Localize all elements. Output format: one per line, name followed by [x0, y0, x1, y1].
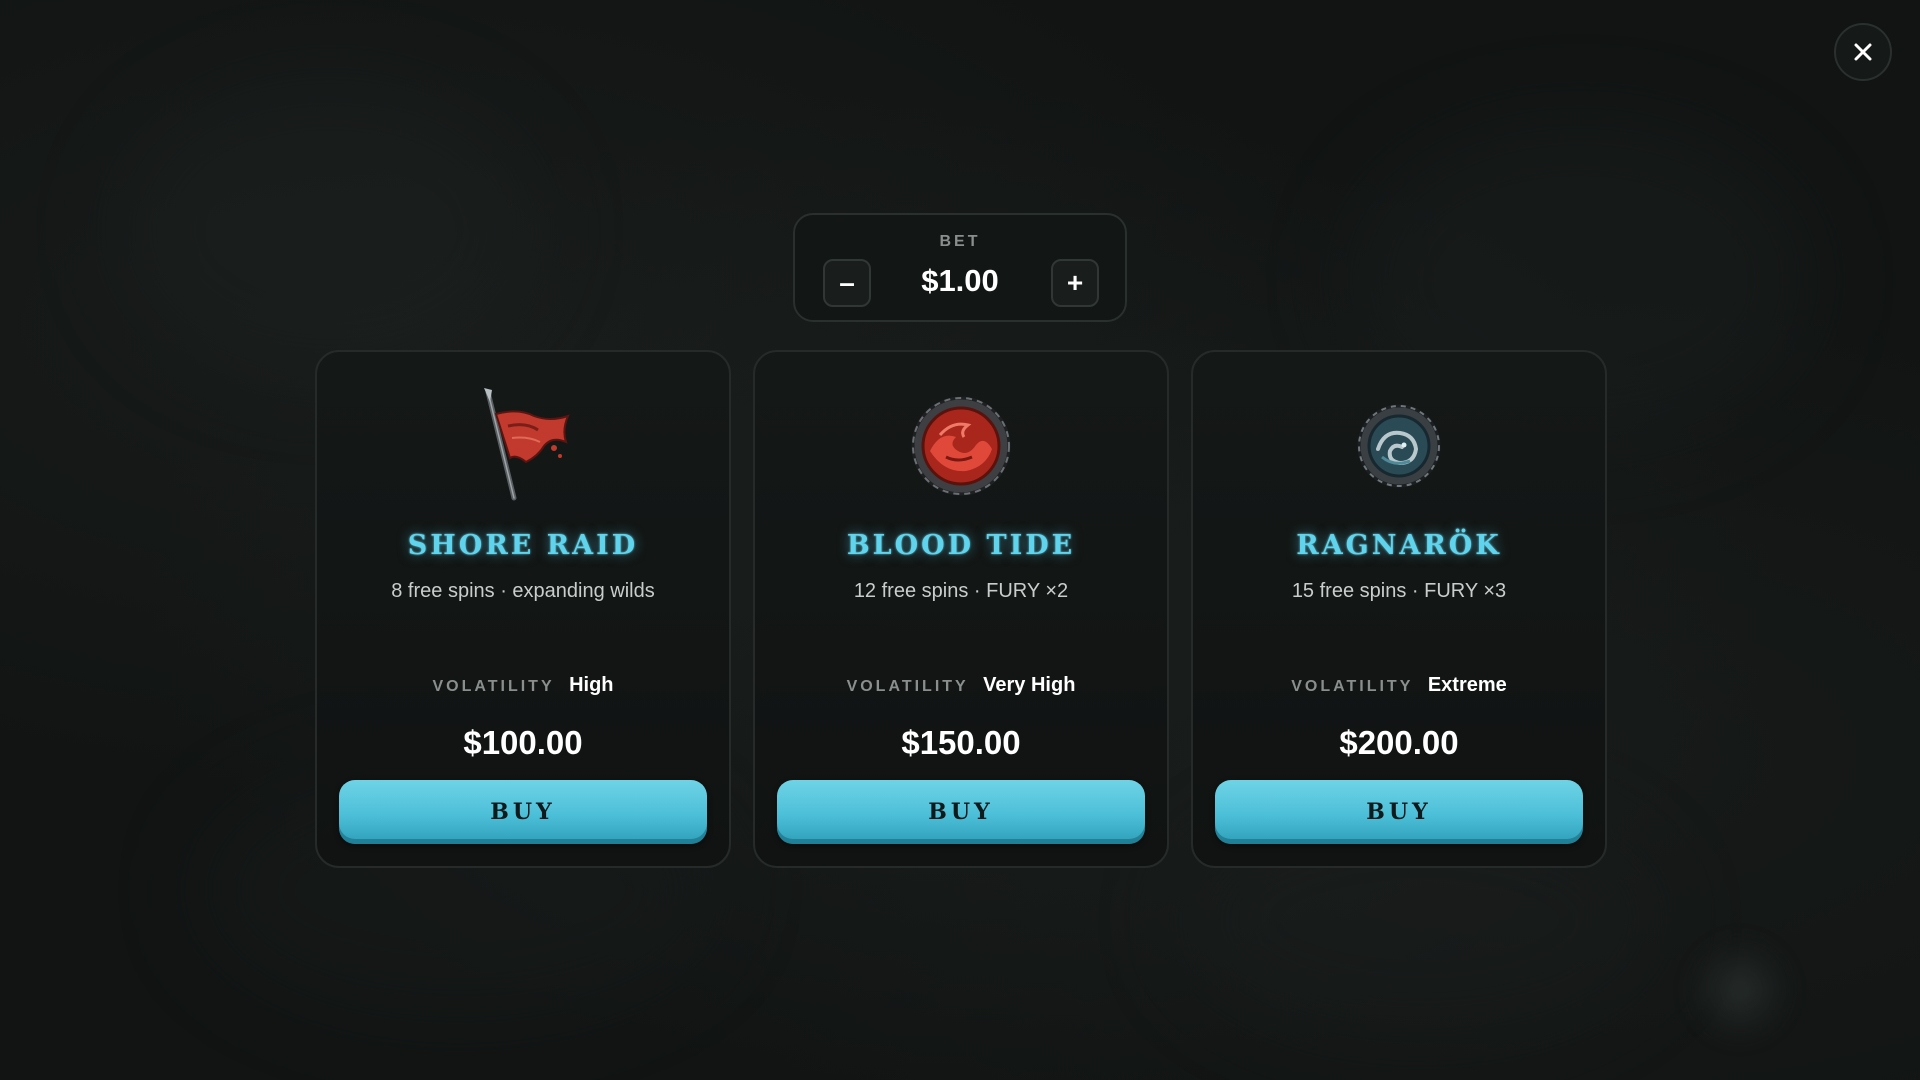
card-title: BLOOD TIDE	[846, 530, 1076, 561]
bonus-card-blood-tide: BLOOD TIDE 12 free spins · FURY ×2 VOLAT…	[753, 350, 1169, 868]
card-description: 15 free spins · FURY ×3	[1291, 580, 1507, 602]
card-title: SHORE RAID	[407, 530, 639, 561]
volatility-value: High	[569, 674, 614, 696]
bonus-card-shore-raid: SHORE RAID 8 free spins · expanding wild…	[315, 350, 731, 868]
volatility-value: Very High	[983, 674, 1076, 696]
volatility-label: VOLATILITY	[432, 678, 555, 695]
volatility-label: VOLATILITY	[846, 678, 969, 695]
blood-wave-shield-icon	[906, 391, 1016, 505]
bonus-buy-screen: BET – $1.00 + SHORE RAID 8 free spins ·	[0, 0, 1920, 1080]
card-price: $200.00	[1339, 724, 1459, 761]
volatility-row: VOLATILITY Very High	[755, 674, 1167, 697]
card-price: $100.00	[463, 724, 583, 761]
serpent-shield-icon	[1354, 401, 1444, 495]
bonus-card-ragnarok: RAGNARÖK 15 free spins · FURY ×3 VOLATIL…	[1191, 350, 1607, 868]
corner-glow	[1680, 930, 1800, 1050]
bet-selector: BET – $1.00 +	[793, 213, 1127, 322]
card-art	[317, 388, 729, 508]
card-description: 8 free spins · expanding wilds	[391, 580, 655, 602]
buy-button[interactable]: BUY	[1215, 780, 1583, 844]
bet-increase-button[interactable]: +	[1051, 259, 1099, 307]
card-title: RAGNARÖK	[1296, 530, 1502, 561]
close-button[interactable]	[1834, 23, 1892, 81]
volatility-row: VOLATILITY Extreme	[1193, 674, 1605, 697]
background-texture	[120, 80, 540, 380]
buy-button[interactable]: BUY	[777, 780, 1145, 844]
buy-button[interactable]: BUY	[339, 780, 707, 844]
card-art	[1193, 388, 1605, 508]
bet-label: BET	[939, 233, 981, 250]
card-art	[755, 388, 1167, 508]
close-icon	[1853, 42, 1873, 62]
card-price: $150.00	[901, 724, 1021, 761]
volatility-label: VOLATILITY	[1291, 678, 1414, 695]
volatility-value: Extreme	[1427, 674, 1507, 696]
war-banner-icon	[468, 386, 578, 510]
card-description: 12 free spins · FURY ×2	[853, 580, 1069, 602]
volatility-row: VOLATILITY High	[317, 674, 729, 697]
